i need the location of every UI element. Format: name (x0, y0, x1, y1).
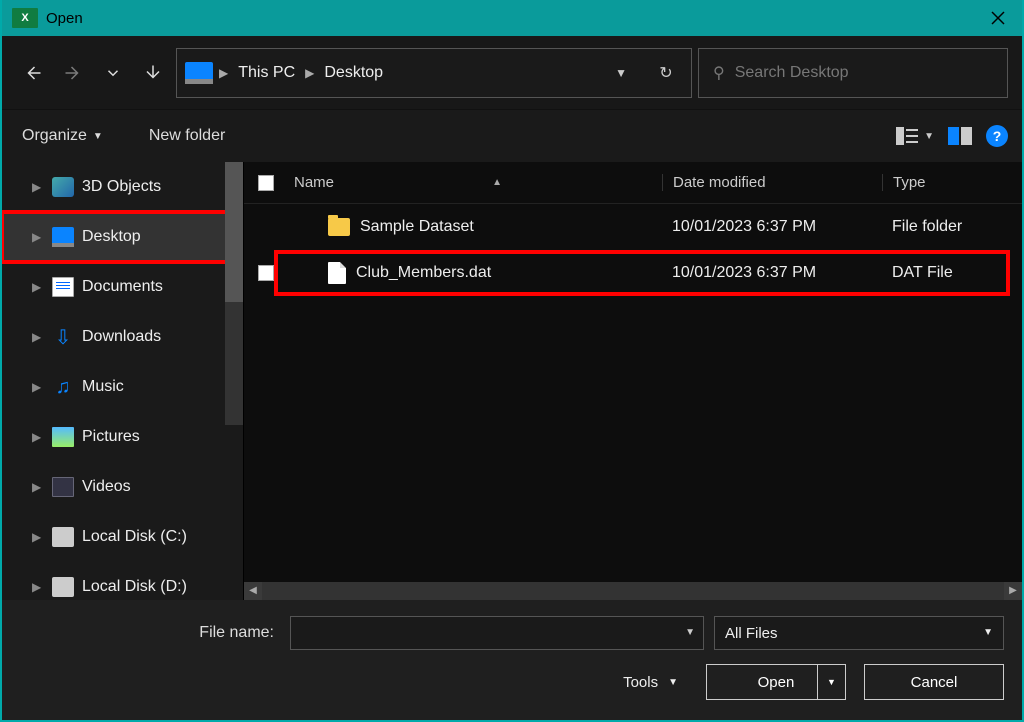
file-rows: Sample Dataset 10/01/2023 6:37 PM File f… (244, 204, 1022, 582)
scroll-left-button[interactable]: ◀ (244, 582, 262, 600)
expand-icon[interactable]: ▶ (32, 430, 44, 444)
dialog-body: ▶ 3D Objects ▶ Desktop ▶ Documents ▶ ⇩ D… (2, 162, 1022, 600)
row-checkbox[interactable] (258, 265, 274, 281)
open-split-button[interactable]: ▼ (817, 665, 845, 699)
help-button[interactable]: ? (986, 125, 1008, 147)
expand-icon[interactable]: ▶ (32, 530, 44, 544)
tree-item-3d-objects[interactable]: ▶ 3D Objects (2, 162, 243, 212)
preview-pane-button[interactable] (948, 127, 972, 145)
location-icon (185, 62, 213, 84)
chevron-down-icon: ▼ (93, 131, 103, 142)
downloads-icon: ⇩ (52, 327, 74, 347)
nav-tree[interactable]: ▶ 3D Objects ▶ Desktop ▶ Documents ▶ ⇩ D… (2, 162, 244, 600)
chevron-right-icon: ▶ (219, 66, 228, 80)
expand-icon[interactable]: ▶ (32, 230, 44, 244)
music-icon: ♫ (52, 377, 74, 397)
toolbar: Organize ▼ New folder ▼ ? (2, 110, 1022, 162)
excel-icon: X (12, 8, 38, 28)
tree-item-music[interactable]: ▶ ♫ Music (2, 362, 243, 412)
select-all-checkbox[interactable] (258, 175, 274, 191)
search-box[interactable]: ⚲ (698, 48, 1008, 98)
expand-icon[interactable]: ▶ (32, 180, 44, 194)
breadcrumb-root[interactable]: This PC (234, 62, 299, 84)
sort-indicator-icon: ▲ (492, 177, 502, 188)
tools-menu[interactable]: Tools ▼ (623, 674, 678, 691)
details-view-icon (896, 127, 918, 145)
documents-icon (52, 277, 74, 297)
tree-item-documents[interactable]: ▶ Documents (2, 262, 243, 312)
chevron-down-icon: ▼ (924, 131, 934, 142)
tree-item-downloads[interactable]: ▶ ⇩ Downloads (2, 312, 243, 362)
file-type: File folder (882, 218, 1022, 236)
column-name[interactable]: Name ▲ (288, 174, 662, 191)
window-title: Open (46, 10, 83, 27)
column-type[interactable]: Type (882, 174, 1022, 191)
pictures-icon (52, 427, 74, 447)
titlebar: X Open (2, 0, 1022, 36)
drive-icon (52, 577, 74, 597)
expand-icon[interactable]: ▶ (32, 330, 44, 344)
videos-icon (52, 477, 74, 497)
column-headers: Name ▲ Date modified Type (244, 162, 1022, 204)
horizontal-scrollbar[interactable]: ◀ ▶ (244, 582, 1022, 600)
new-folder-button[interactable]: New folder (143, 123, 231, 149)
refresh-button[interactable]: ↻ (649, 63, 683, 83)
cancel-button[interactable]: Cancel (864, 664, 1004, 700)
dialog-footer: File name: ▼ All Files ▼ Tools ▼ Open ▼ … (2, 600, 1022, 720)
desktop-icon (52, 227, 74, 247)
expand-icon[interactable]: ▶ (32, 280, 44, 294)
filetype-filter[interactable]: All Files ▼ (714, 616, 1004, 650)
nav-row: ▶ This PC ▶ Desktop ▼ ↻ ⚲ (2, 36, 1022, 110)
3d-objects-icon (52, 177, 74, 197)
expand-icon[interactable]: ▶ (32, 580, 44, 594)
chevron-down-icon: ▼ (827, 677, 836, 687)
column-date[interactable]: Date modified (662, 174, 882, 191)
file-date: 10/01/2023 6:37 PM (662, 218, 882, 236)
address-dropdown[interactable]: ▼ (615, 66, 627, 80)
close-button[interactable] (974, 0, 1022, 36)
tree-item-videos[interactable]: ▶ Videos (2, 462, 243, 512)
file-row-folder[interactable]: Sample Dataset 10/01/2023 6:37 PM File f… (244, 204, 1022, 250)
recent-dropdown[interactable] (96, 56, 130, 90)
search-icon: ⚲ (713, 63, 725, 83)
file-icon (328, 262, 346, 284)
scroll-right-button[interactable]: ▶ (1004, 582, 1022, 600)
preview-pane-icon (948, 127, 972, 145)
expand-icon[interactable]: ▶ (32, 480, 44, 494)
file-type: DAT File (882, 264, 1022, 282)
forward-button[interactable] (56, 56, 90, 90)
search-input[interactable] (735, 64, 993, 82)
organize-menu[interactable]: Organize ▼ (16, 123, 109, 149)
tree-item-desktop[interactable]: ▶ Desktop (2, 212, 243, 262)
open-dialog: X Open ▶ This PC ▶ Desktop ▼ ↻ (0, 0, 1024, 722)
file-name: Sample Dataset (360, 218, 474, 236)
file-date: 10/01/2023 6:37 PM (662, 264, 882, 282)
drive-icon (52, 527, 74, 547)
tree-item-local-disk-c[interactable]: ▶ Local Disk (C:) (2, 512, 243, 562)
address-bar[interactable]: ▶ This PC ▶ Desktop ▼ ↻ (176, 48, 692, 98)
tree-item-local-disk-d[interactable]: ▶ Local Disk (D:) (2, 562, 243, 600)
back-button[interactable] (16, 56, 50, 90)
file-list-panel: Name ▲ Date modified Type Sample Dataset… (244, 162, 1022, 600)
file-name: Club_Members.dat (356, 264, 491, 282)
tree-item-pictures[interactable]: ▶ Pictures (2, 412, 243, 462)
open-button[interactable]: Open ▼ (706, 664, 846, 700)
filename-label: File name: (20, 624, 280, 642)
chevron-down-icon: ▼ (983, 630, 993, 636)
filename-combo[interactable]: ▼ (290, 616, 704, 650)
sidebar-scrollbar-thumb[interactable] (225, 162, 243, 302)
file-row-dat[interactable]: Club_Members.dat 10/01/2023 6:37 PM DAT … (244, 250, 1022, 296)
chevron-down-icon: ▼ (685, 630, 695, 636)
view-mode-button[interactable]: ▼ (896, 127, 934, 145)
chevron-down-icon: ▼ (668, 677, 678, 688)
breadcrumb-current[interactable]: Desktop (320, 62, 387, 84)
chevron-right-icon: ▶ (305, 66, 314, 80)
up-button[interactable] (136, 56, 170, 90)
expand-icon[interactable]: ▶ (32, 380, 44, 394)
folder-icon (328, 218, 350, 236)
